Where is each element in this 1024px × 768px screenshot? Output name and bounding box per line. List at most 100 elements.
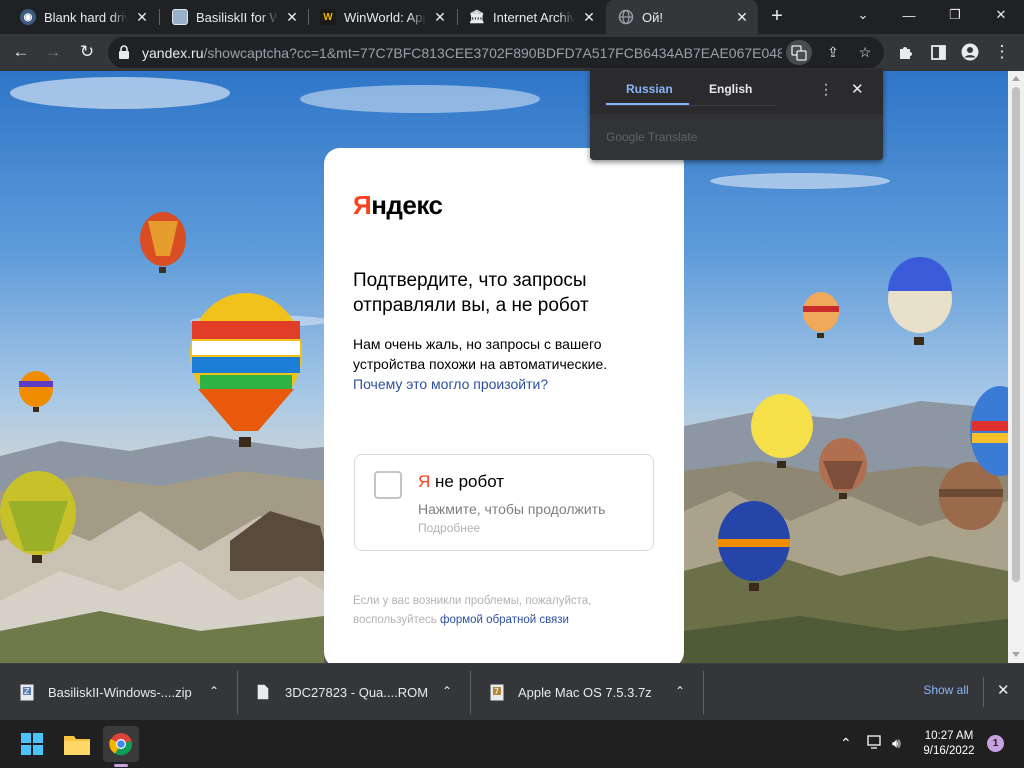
close-icon[interactable]: ✕ xyxy=(284,9,300,25)
download-item[interactable]: Z BasiliskII-Windows-....zip ⌃ xyxy=(0,664,237,721)
close-icon[interactable]: ✕ xyxy=(734,9,750,25)
close-download-shelf-icon[interactable]: ✕ xyxy=(997,681,1010,699)
url-text[interactable]: yandex.ru/showcaptcha?cc=1&mt=77C7BFC813… xyxy=(142,45,782,61)
not-robot-checkbox[interactable] xyxy=(374,471,402,499)
forward-arrow-icon[interactable]: → xyxy=(40,39,66,65)
url-path: /showcaptcha?cc=1&mt=77C7BFC813CEE3702F8… xyxy=(203,45,782,61)
translate-footer: Google Translate xyxy=(590,114,883,160)
checkbox-hint: Нажмите, чтобы продолжить xyxy=(418,501,606,517)
close-icon[interactable]: ✕ xyxy=(134,9,150,25)
lock-icon[interactable] xyxy=(118,45,132,60)
download-item[interactable]: 3DC27823 - Qua....ROM ⌃ xyxy=(237,664,470,721)
archive-building-icon: 🏛 xyxy=(468,9,486,24)
tab-title: WinWorld: Apple xyxy=(344,9,426,25)
active-app-indicator xyxy=(114,764,128,767)
windows-taskbar: ⌃ 🔊︎ 10:27 AM 9/16/2022 1 xyxy=(0,720,1024,768)
file-explorer-icon[interactable] xyxy=(59,726,95,762)
tab-blank-hard-drive[interactable]: ◉ Blank hard drive ✕ xyxy=(8,0,158,34)
notification-badge[interactable]: 1 xyxy=(987,735,1004,752)
why-link[interactable]: Почему это могло произойти? xyxy=(353,376,548,392)
new-tab-button[interactable]: + xyxy=(766,5,788,27)
download-filename: Apple Mac OS 7.5.3.7z xyxy=(518,685,652,700)
file-icon xyxy=(257,684,271,701)
description-text: Нам очень жаль, но запросы с вашего устр… xyxy=(353,336,608,372)
side-panel-icon[interactable] xyxy=(925,39,951,65)
close-icon[interactable]: ✕ xyxy=(581,9,597,25)
menu-kebab-icon[interactable]: ⋮ xyxy=(989,39,1015,65)
translate-close-icon[interactable]: ✕ xyxy=(851,80,864,98)
feedback-form-link[interactable]: формой обратной связи xyxy=(440,614,569,626)
svg-text:Z: Z xyxy=(24,687,30,696)
archive-file-icon: 7 xyxy=(490,684,504,701)
clock-date: 9/16/2022 xyxy=(923,745,975,757)
feedback-footer: Если у вас возникли проблемы, пожалуйста… xyxy=(353,592,653,630)
clock-time: 10:27 AM xyxy=(924,730,974,742)
not-robot-checkbox-area[interactable]: Я не робот Нажмите, чтобы продолжить Под… xyxy=(354,454,654,551)
tab-title: Internet Archive xyxy=(493,9,575,25)
scroll-up-arrow-icon[interactable] xyxy=(1012,76,1020,81)
site-favicon-icon xyxy=(172,9,188,25)
download-separator xyxy=(703,671,704,714)
chevron-up-icon[interactable]: ⌃ xyxy=(209,684,219,698)
tab-title: Blank hard drive xyxy=(44,9,128,25)
show-all-downloads-button[interactable]: Show all xyxy=(905,683,987,697)
winworld-favicon-icon: W xyxy=(320,9,336,25)
translate-icon[interactable] xyxy=(786,40,812,65)
share-icon[interactable]: ⇪ xyxy=(820,40,846,65)
more-info-link[interactable]: Подробнее xyxy=(418,521,480,535)
yandex-logo[interactable]: Яндекс xyxy=(353,190,443,221)
tab-search-chevron-icon[interactable]: ⌄ xyxy=(840,0,886,30)
chevron-up-icon[interactable]: ⌃ xyxy=(442,684,452,698)
close-icon[interactable]: ✕ xyxy=(432,9,448,25)
volume-icon[interactable]: 🔊︎ xyxy=(892,735,901,752)
site-favicon-icon: ◉ xyxy=(20,9,36,25)
tab-basilisk[interactable]: BasiliskII for Win ✕ xyxy=(160,0,308,34)
translate-active-underline xyxy=(606,103,689,105)
extensions-puzzle-icon[interactable] xyxy=(893,39,919,65)
translate-options-kebab-icon[interactable]: ⋮ xyxy=(819,81,833,98)
tab-title: Ой! xyxy=(642,9,663,25)
profile-avatar-icon[interactable] xyxy=(957,39,983,65)
chevron-up-icon[interactable]: ⌃ xyxy=(675,684,685,698)
shelf-separator xyxy=(983,677,984,707)
tray-chevron-up-icon[interactable]: ⌃ xyxy=(840,735,852,752)
window-close-icon[interactable]: ✕ xyxy=(978,0,1024,30)
translate-tab-english[interactable]: English xyxy=(709,82,752,104)
page-scrollbar[interactable] xyxy=(1008,71,1024,663)
balloon xyxy=(140,212,186,273)
translate-tab-divider xyxy=(606,105,776,106)
globe-icon xyxy=(618,9,634,25)
taskbar-clock[interactable]: 10:27 AM 9/16/2022 xyxy=(914,729,984,759)
archive-file-icon: Z xyxy=(20,684,34,701)
tab-title: BasiliskII for Win xyxy=(196,9,278,25)
address-bar[interactable]: yandex.ru/showcaptcha?cc=1&mt=77C7BFC813… xyxy=(108,37,884,68)
checkbox-label: Я не робот xyxy=(418,472,504,492)
chrome-taskbar-icon[interactable] xyxy=(103,726,139,762)
download-item[interactable]: 7 Apple Mac OS 7.5.3.7z ⌃ xyxy=(470,664,703,721)
translate-tab-russian[interactable]: Russian xyxy=(626,82,673,104)
tab-active-oops[interactable]: Ой! ✕ xyxy=(606,0,758,34)
balloon xyxy=(888,257,952,345)
checkbox-label-rest: не робот xyxy=(430,472,505,491)
logo-first-letter: Я xyxy=(353,190,372,220)
logo-rest: ндекс xyxy=(371,190,443,220)
network-icon[interactable] xyxy=(867,735,883,752)
balloon xyxy=(190,293,302,447)
checkbox-label-first: Я xyxy=(418,472,431,491)
captcha-card: Яндекс Подтвердите, что запросы отправля… xyxy=(324,148,684,663)
restore-icon[interactable]: ❐ xyxy=(932,0,978,30)
reload-icon[interactable]: ↻ xyxy=(74,39,100,65)
download-shelf: Z BasiliskII-Windows-....zip ⌃ 3DC27823 … xyxy=(0,663,1024,720)
bookmark-star-icon[interactable]: ☆ xyxy=(852,40,878,65)
tab-internet-archive[interactable]: 🏛 Internet Archive ✕ xyxy=(457,0,605,34)
scroll-down-arrow-icon[interactable] xyxy=(1012,652,1020,657)
url-host: yandex.ru xyxy=(142,45,204,61)
minimize-icon[interactable]: — xyxy=(886,0,932,30)
svg-text:7: 7 xyxy=(494,687,499,696)
tab-winworld[interactable]: W WinWorld: Apple ✕ xyxy=(308,0,456,34)
windows-start-icon[interactable] xyxy=(14,726,50,762)
scroll-thumb[interactable] xyxy=(1012,87,1020,582)
translate-popup: Russian English ⋮ ✕ Google Translate xyxy=(590,69,883,160)
captcha-description: Нам очень жаль, но запросы с вашего устр… xyxy=(353,334,653,394)
back-arrow-icon[interactable]: ← xyxy=(8,39,34,65)
